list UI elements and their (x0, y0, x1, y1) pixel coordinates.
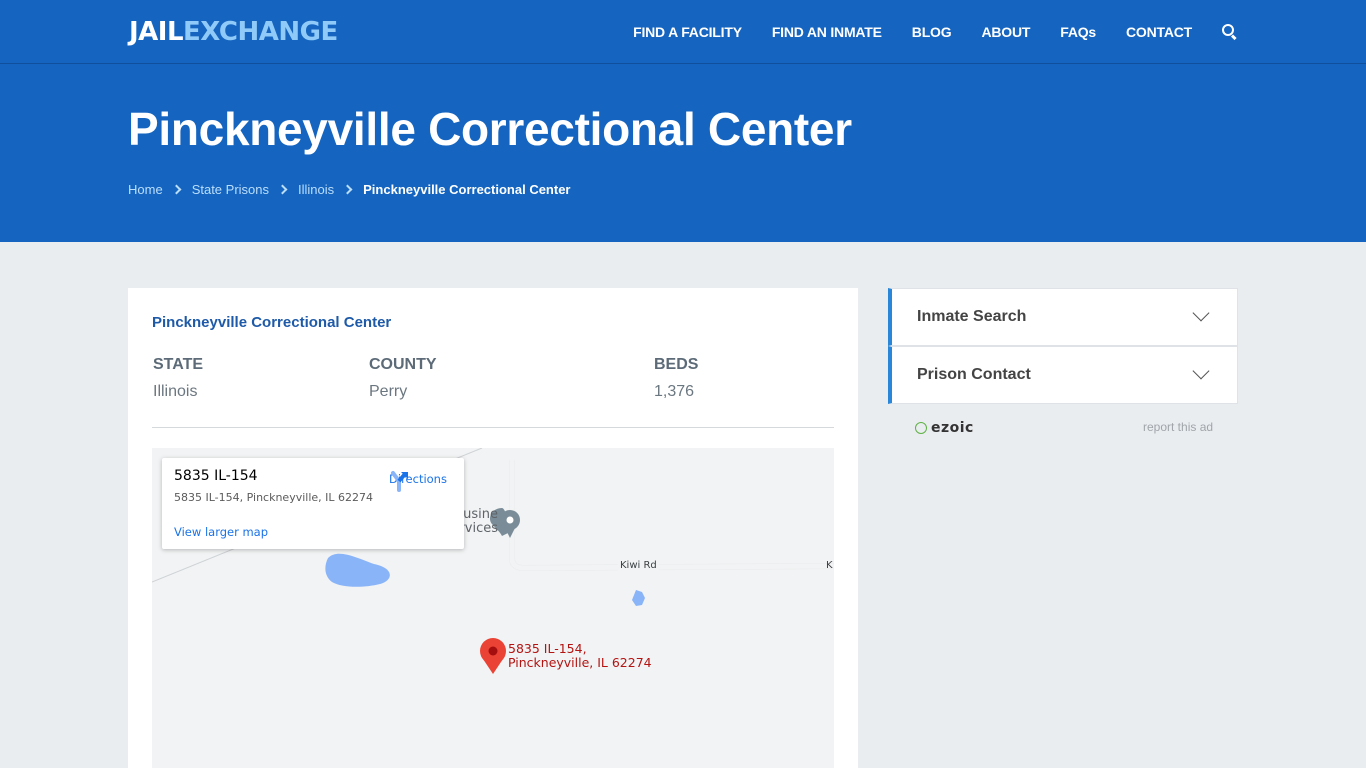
nav-find-a-facility[interactable]: FIND A FACILITY (633, 24, 742, 40)
place-name: 5835 IL-154 (174, 468, 258, 484)
accordion-inmate-search[interactable]: Inmate Search (888, 288, 1238, 346)
ezoic-logo-icon (915, 422, 927, 434)
fact-beds: BEDS 1,376 (654, 356, 698, 401)
pin-label-line: Pinckneyville, IL 62274 (508, 655, 652, 670)
nav-blog[interactable]: BLOG (912, 24, 952, 40)
chevron-right-icon (171, 184, 182, 195)
breadcrumb-current: Pinckneyville Correctional Center (363, 182, 571, 197)
map-road-outline (509, 460, 834, 572)
fact-state: STATE Illinois (153, 356, 203, 401)
search-icon[interactable] (1222, 24, 1238, 40)
road-label-edge: K (826, 560, 833, 571)
nav-find-an-inmate[interactable]: FIND AN INMATE (772, 24, 882, 40)
breadcrumb: Home State Prisons Illinois Pinckneyvill… (128, 182, 571, 197)
ezoic-label: ezoic (931, 420, 974, 436)
fact-label: BEDS (654, 356, 699, 373)
fact-county: COUNTY Perry (369, 356, 437, 401)
site-logo[interactable]: JAILEXCHANGE (129, 17, 338, 47)
fact-value: 1,376 (654, 383, 695, 400)
chevron-down-icon (1192, 362, 1210, 380)
logo-jail: JAIL (129, 17, 184, 47)
fact-value: Perry (369, 383, 408, 400)
facility-title: Pinckneyville Correctional Center (152, 314, 392, 331)
chevron-right-icon (277, 184, 288, 195)
pin-label-line: 5835 IL-154, (508, 641, 587, 656)
breadcrumb-home[interactable]: Home (128, 182, 163, 197)
top-navbar: JAILEXCHANGE FIND A FACILITY FIND AN INM… (0, 0, 1366, 64)
breadcrumb-state-prisons[interactable]: State Prisons (192, 182, 269, 197)
report-ad-link[interactable]: report this ad (1143, 420, 1213, 434)
map-road (509, 460, 834, 571)
fact-value: Illinois (153, 383, 198, 400)
place-address: 5835 IL-154, Pinckneyville, IL 62274 (174, 491, 374, 504)
accordion-label: Inmate Search (917, 308, 1027, 325)
accordion-prison-contact[interactable]: Prison Contact (888, 346, 1238, 404)
breadcrumb-illinois[interactable]: Illinois (298, 182, 334, 197)
chevron-right-icon (342, 184, 353, 195)
main-menu: FIND A FACILITY FIND AN INMATE BLOG ABOU… (603, 0, 1238, 64)
accordion-label: Prison Contact (917, 366, 1031, 383)
directions-button[interactable]: Directions (388, 470, 448, 492)
divider (152, 427, 834, 428)
fact-label: COUNTY (369, 356, 437, 373)
embedded-map[interactable]: usine rvices Kiwi Rd K 5835 IL-154, Pinc… (152, 448, 834, 768)
map-lake (325, 553, 390, 587)
page-hero: Pinckneyville Correctional Center Home S… (0, 64, 1366, 242)
road-label: Kiwi Rd (618, 560, 659, 571)
view-larger-map-link[interactable]: View larger map (174, 525, 268, 539)
fact-label: STATE (153, 356, 204, 373)
nav-faqs[interactable]: FAQs (1060, 24, 1096, 40)
facility-card: Pinckneyville Correctional Center STATE … (128, 288, 858, 768)
pin-label: 5835 IL-154, Pinckneyville, IL 62274 (508, 642, 652, 670)
map-pond (632, 590, 645, 606)
chevron-down-icon (1192, 304, 1210, 322)
ezoic-badge[interactable]: ezoic (915, 420, 974, 436)
directions-icon (391, 471, 408, 492)
page-title: Pinckneyville Correctional Center (128, 103, 852, 155)
nav-about[interactable]: ABOUT (981, 24, 1030, 40)
nav-contact[interactable]: CONTACT (1126, 24, 1192, 40)
logo-exchange: EXCHANGE (183, 17, 338, 47)
map-info-box: 5835 IL-154 5835 IL-154, Pinckneyville, … (162, 458, 464, 549)
location-pin-icon (480, 638, 506, 674)
